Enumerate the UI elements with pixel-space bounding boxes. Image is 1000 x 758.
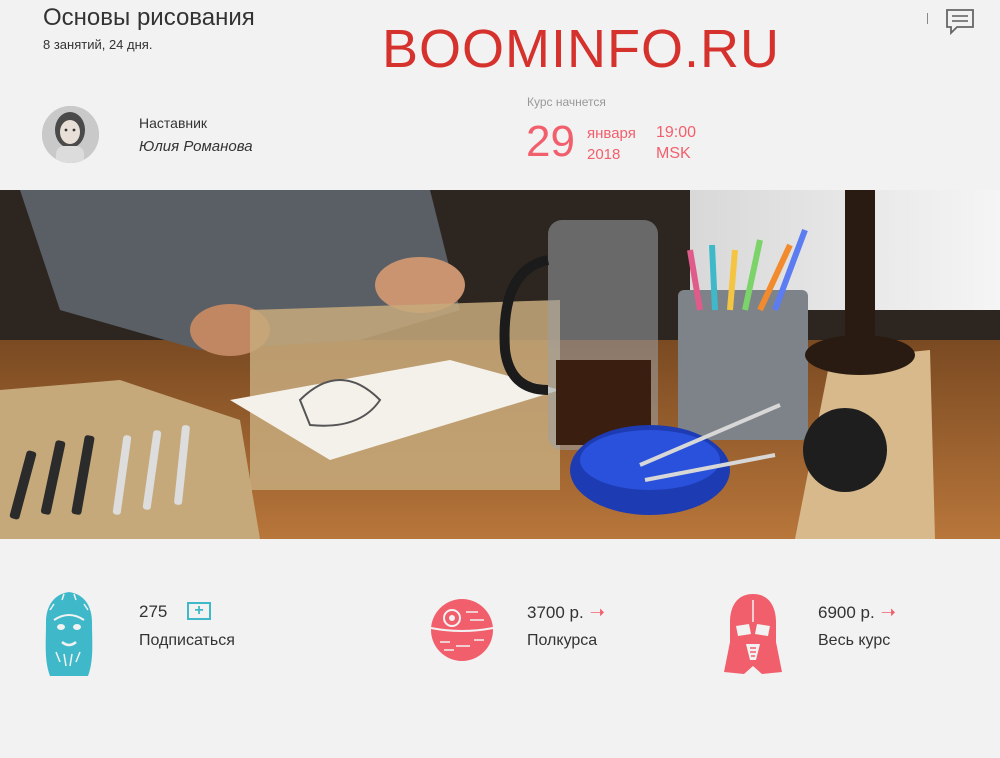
- full-course-label[interactable]: Весь курс: [818, 632, 890, 650]
- watermark: BOOMINFO.RU: [382, 19, 780, 79]
- offer-subscribe[interactable]: 275 Подписаться: [42, 590, 292, 690]
- plus-icon[interactable]: +: [187, 602, 211, 620]
- chat-icon[interactable]: [945, 7, 975, 37]
- arrow-right-icon[interactable]: ➝: [881, 602, 896, 622]
- mentor-avatar[interactable]: [42, 106, 99, 163]
- hero-photo: [0, 190, 1000, 539]
- darth-vader-icon: [722, 592, 784, 687]
- offer-half-course[interactable]: 3700 р. ➝ Полкурса: [430, 590, 680, 690]
- subscribers-count: 275: [139, 602, 168, 621]
- course-start-year: 2018: [587, 146, 621, 163]
- course-start-label: Курс начнется: [527, 95, 606, 109]
- offer-full-course[interactable]: 6900 р. ➝ Весь курс: [722, 590, 982, 690]
- course-start-time: 19:00: [656, 124, 697, 141]
- arrow-right-icon[interactable]: ➝: [590, 602, 605, 622]
- full-course-price: 6900 р. ➝: [818, 602, 896, 623]
- half-course-price-text: 3700 р.: [527, 603, 584, 622]
- course-header: Основы рисования 8 занятий, 24 дня. BOOM…: [0, 0, 1000, 190]
- mentor-name[interactable]: Юлия Романова: [139, 138, 253, 155]
- wookiee-icon: [42, 590, 96, 687]
- course-start-day: 29: [526, 117, 575, 166]
- full-course-price-text: 6900 р.: [818, 603, 875, 622]
- course-title: Основы рисования: [43, 4, 255, 31]
- half-course-price: 3700 р. ➝: [527, 602, 605, 623]
- half-course-label[interactable]: Полкурса: [527, 632, 597, 650]
- course-start-month: января: [587, 125, 636, 142]
- subscribe-label[interactable]: Подписаться: [139, 632, 235, 650]
- course-start-timezone: MSK: [656, 145, 691, 162]
- mentor-label: Наставник: [139, 115, 208, 131]
- course-meta: 8 занятий, 24 дня.: [43, 37, 153, 52]
- death-star-icon: [430, 598, 494, 667]
- header-divider: [927, 13, 928, 24]
